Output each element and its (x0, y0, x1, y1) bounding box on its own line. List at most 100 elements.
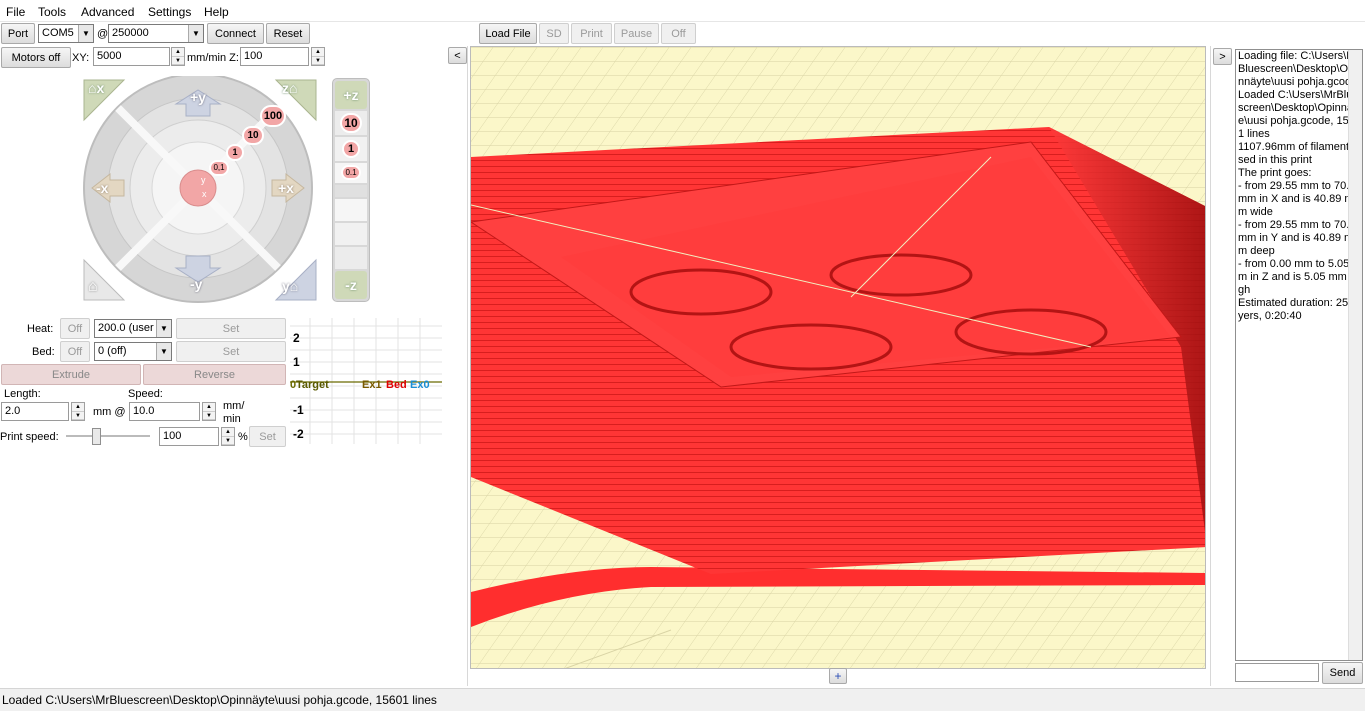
menu-settings[interactable]: Settings (148, 5, 191, 19)
collapse-right-button[interactable]: > (1213, 48, 1232, 65)
log-line-5: - from 29.55 mm to 70.45 mm in X and is … (1238, 180, 1362, 218)
plus-x-label[interactable]: +x (278, 180, 294, 196)
home-x-icon[interactable]: ⌂x (88, 80, 104, 96)
z-jog-control[interactable]: +z 10 1 0.1 -z (332, 78, 370, 302)
bed-label: Bed: (32, 346, 55, 358)
print-speed-set-button[interactable]: Set (249, 426, 286, 447)
console-log[interactable]: Loading file: C:\Users\MrBluescreen\Desk… (1235, 49, 1363, 661)
log-scrollbar[interactable] (1348, 50, 1362, 660)
minus-y-label[interactable]: -y (190, 276, 202, 292)
status-bar: Loaded C:\Users\MrBluescreen\Desktop\Opi… (0, 688, 1365, 711)
chevron-down-icon[interactable]: ▼ (188, 25, 203, 42)
print-button[interactable]: Print (571, 23, 612, 44)
z-step-01[interactable]: 0.1 (335, 163, 367, 183)
xy-label: XY: (72, 52, 90, 64)
xy-feedrate-spinner[interactable]: ▲ ▼ (171, 47, 185, 66)
pause-button[interactable]: Pause (614, 23, 659, 44)
z-step-10[interactable]: 10 (335, 111, 367, 135)
sd-button[interactable]: SD (539, 23, 569, 44)
mmmin-z-label: mm/min Z: (187, 52, 239, 64)
status-text: Loaded C:\Users\MrBluescreen\Desktop\Opi… (2, 693, 437, 707)
command-input[interactable] (1235, 663, 1319, 682)
menu-advanced[interactable]: Advanced (81, 5, 134, 19)
chevron-down-icon[interactable]: ▼ (156, 320, 171, 337)
baud-select[interactable]: 250000 ▼ (108, 24, 204, 43)
home-all-icon[interactable]: ⌂ (88, 278, 98, 296)
z-step-blank-1[interactable] (335, 185, 367, 197)
model-render (471, 47, 1205, 668)
z-step-blank-3[interactable] (335, 223, 367, 245)
load-file-button[interactable]: Load File (479, 23, 537, 44)
length-label: Length: (4, 388, 41, 400)
menu-help[interactable]: Help (204, 5, 229, 19)
graph-tick-2: 2 (293, 331, 300, 345)
bed-off-button[interactable]: Off (60, 341, 90, 362)
speed-input[interactable]: 10.0 (129, 402, 200, 421)
speed-label: Speed: (128, 388, 163, 400)
log-line-2: Loaded C:\Users\MrBluescreen\Desktop\Opi… (1238, 89, 1362, 140)
bed-set-button[interactable]: Set (176, 341, 286, 362)
bed-select[interactable]: 0 (off) ▼ (94, 342, 172, 361)
reset-button[interactable]: Reset (266, 23, 310, 44)
chevron-down-icon[interactable]: ▼ (78, 25, 93, 42)
z-step-1[interactable]: 1 (335, 137, 367, 161)
extrude-button[interactable]: Extrude (1, 364, 141, 385)
collapse-left-button[interactable]: < (448, 47, 467, 64)
chevron-down-icon[interactable]: ▼ (156, 343, 171, 360)
length-spinner[interactable]: ▲ ▼ (71, 402, 85, 421)
left-splitter[interactable] (467, 46, 468, 686)
send-button[interactable]: Send (1322, 662, 1363, 684)
step-100-marker[interactable]: 100 (260, 105, 286, 127)
minus-x-label[interactable]: -x (96, 180, 108, 196)
z-feedrate-input[interactable]: 100 (240, 47, 309, 66)
log-line-8: Estimated duration: 25 layers, 0:20:40 (1238, 297, 1360, 322)
menu-tools[interactable]: Tools (38, 5, 66, 19)
bed-value: 0 (off) (98, 345, 127, 357)
minus-z-button[interactable]: -z (335, 271, 367, 299)
step-10-marker[interactable]: 10 (242, 126, 264, 145)
menu-file[interactable]: File (6, 5, 25, 19)
home-z-icon[interactable]: z⌂ (282, 80, 297, 96)
print-speed-slider[interactable] (66, 435, 150, 437)
gcode-3d-viewport[interactable] (470, 46, 1206, 669)
right-splitter[interactable] (1210, 46, 1211, 686)
log-line-3: 1107.96mm of filament used in this print (1238, 141, 1359, 166)
step-1-marker[interactable]: 1 (226, 144, 244, 161)
at-label: @ (97, 28, 109, 40)
print-speed-label: Print speed: (0, 431, 59, 443)
length-input[interactable]: 2.0 (1, 402, 69, 421)
menu-bar: File Tools Advanced Settings Help (0, 0, 1365, 22)
graph-tick-minus-1: -1 (293, 403, 304, 417)
z-feedrate-spinner[interactable]: ▲ ▼ (311, 47, 325, 66)
port-button[interactable]: Port (1, 23, 35, 44)
center-x-label: x (202, 189, 207, 199)
home-x-label: x (96, 80, 105, 96)
mm-at-label: mm @ (93, 406, 126, 418)
heat-off-button[interactable]: Off (60, 318, 90, 339)
print-speed-input[interactable]: 100 (159, 427, 219, 446)
off-button[interactable]: Off (661, 23, 696, 44)
port-select[interactable]: COM5 ▼ (38, 24, 94, 43)
plus-z-button[interactable]: +z (335, 81, 367, 109)
print-speed-slider-thumb[interactable] (92, 428, 101, 445)
z-step-blank-4[interactable] (335, 247, 367, 269)
center-y-label: y (201, 175, 206, 185)
percent-label: % (238, 431, 248, 443)
speed-spinner[interactable]: ▲ ▼ (202, 402, 216, 421)
heat-select[interactable]: 200.0 (user ▼ (94, 319, 172, 338)
home-y-icon[interactable]: y⌂ (282, 278, 298, 294)
viewport-plus-button[interactable]: + (829, 668, 847, 684)
home-y-label: y (282, 278, 290, 294)
plus-y-label[interactable]: +y (190, 89, 206, 105)
log-line-6: - from 29.55 mm to 70.45 mm in Y and is … (1238, 219, 1362, 257)
step-01-marker[interactable]: 0,1 (209, 160, 229, 176)
z-step-1-label: 1 (342, 140, 360, 158)
motors-off-button[interactable]: Motors off (1, 47, 71, 68)
print-speed-spinner[interactable]: ▲ ▼ (221, 427, 235, 446)
heat-set-button[interactable]: Set (176, 318, 286, 339)
xy-feedrate-input[interactable]: 5000 (93, 47, 170, 66)
heat-label: Heat: (27, 323, 54, 335)
connect-button[interactable]: Connect (207, 23, 264, 44)
reverse-button[interactable]: Reverse (143, 364, 286, 385)
z-step-blank-2[interactable] (335, 199, 367, 221)
